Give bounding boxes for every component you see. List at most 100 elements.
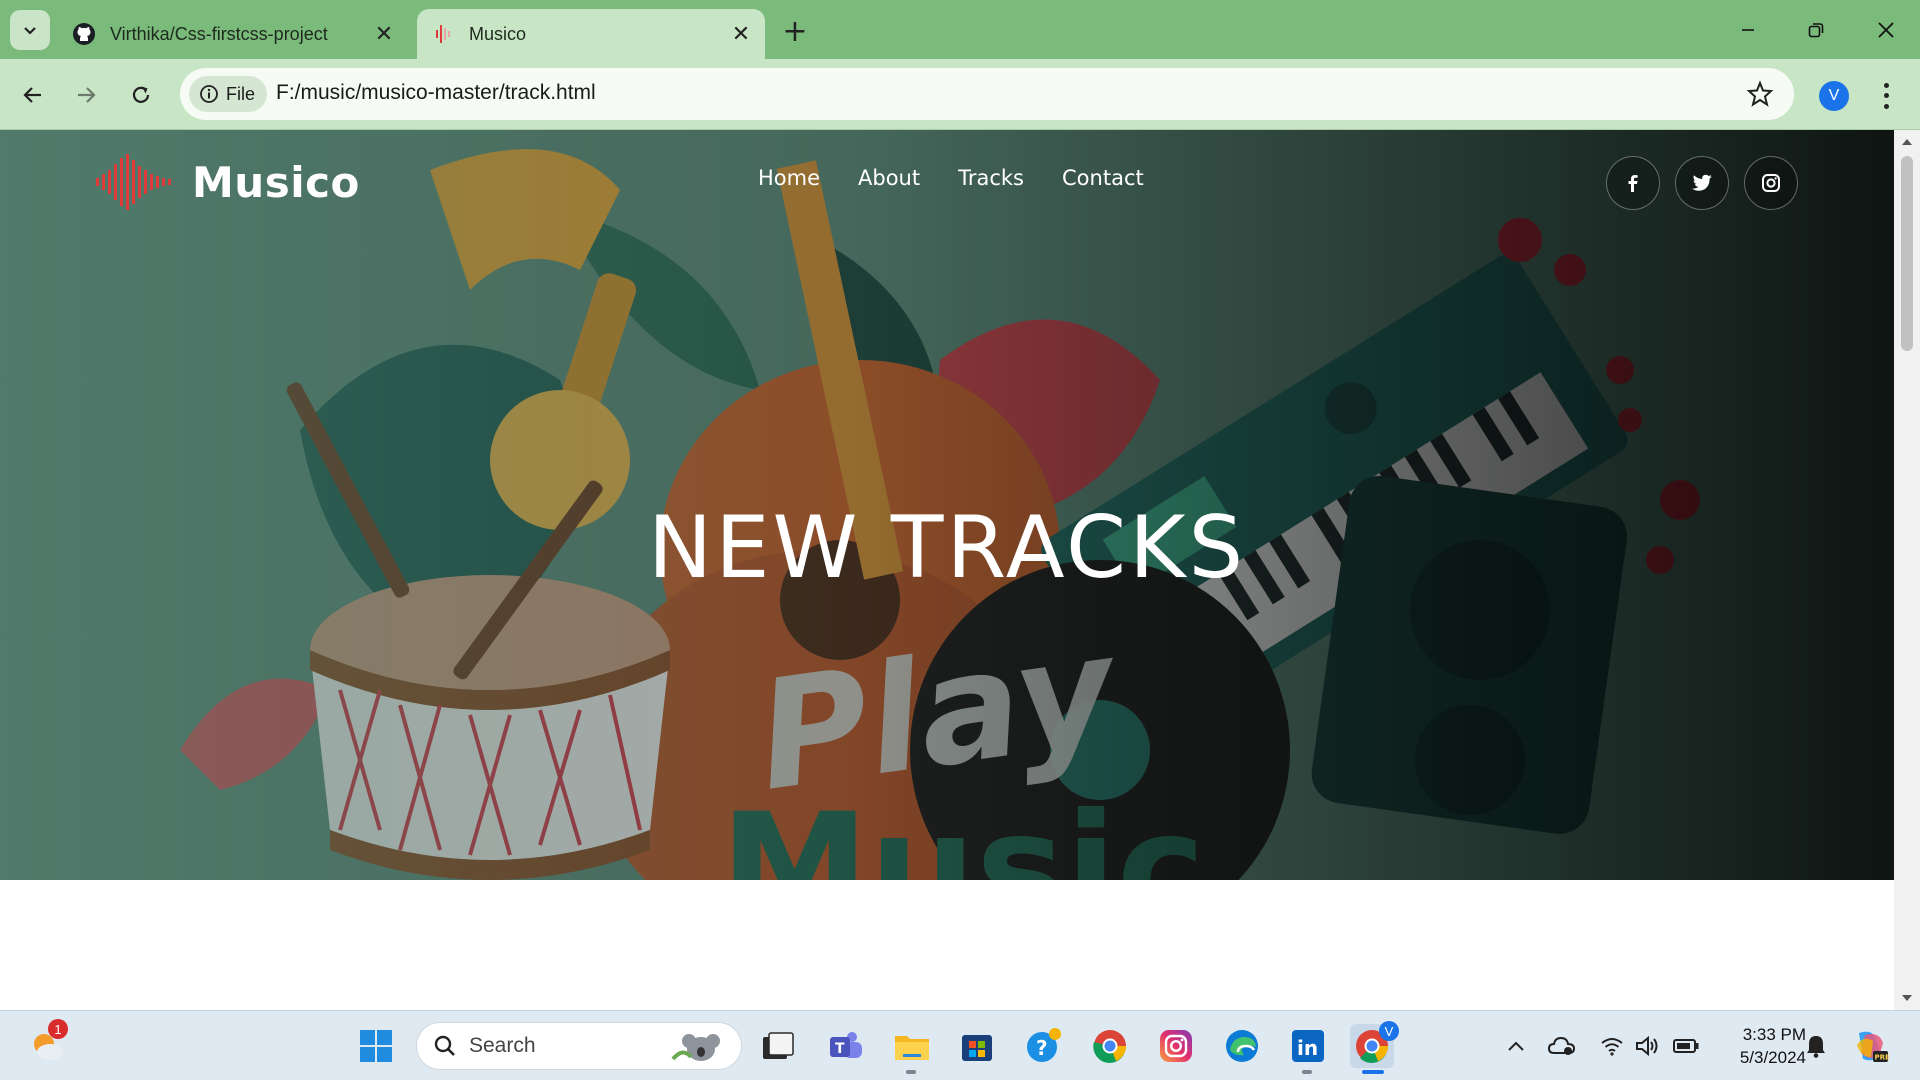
volume-control[interactable] (1628, 1024, 1668, 1068)
back-button[interactable] (13, 75, 53, 115)
svg-text:?: ? (1036, 1036, 1048, 1060)
scroll-up-icon[interactable] (1902, 139, 1912, 145)
chrome-profile-badge: V (1379, 1021, 1399, 1041)
instagram-icon (1762, 174, 1780, 192)
nav-home[interactable]: Home (758, 166, 820, 190)
onedrive-button[interactable] (1542, 1024, 1582, 1068)
microsoft-store-button[interactable] (955, 1024, 999, 1068)
battery-status[interactable] (1666, 1024, 1706, 1068)
svg-text:in: in (1297, 1036, 1318, 1060)
restore-button[interactable] (1788, 8, 1844, 52)
bell-icon (1807, 1036, 1825, 1058)
hero-banner: Play Music Musico Home About Track (0, 130, 1894, 880)
browser-toolbar: File F:/music/musico-master/track.html (0, 59, 1920, 130)
tab-github[interactable]: Virthika/Css-firstcss-project ✕ (58, 9, 408, 59)
help-icon: ? (1027, 1028, 1061, 1062)
file-chip-label: File (226, 83, 256, 104)
cloud-icon (1548, 1036, 1576, 1055)
arrow-right-icon (78, 87, 96, 103)
browser-menu-icon[interactable] (1876, 80, 1896, 112)
nav-about[interactable]: About (858, 166, 920, 190)
musico-favicon (431, 22, 455, 46)
notifications-button[interactable] (1796, 1024, 1836, 1068)
page-viewport: Play Music Musico Home About Track (0, 130, 1894, 1010)
copilot-icon: PRE (1857, 1031, 1890, 1062)
profile-avatar[interactable]: V (1819, 81, 1849, 111)
arrow-left-icon (23, 87, 41, 103)
address-bar[interactable]: File F:/music/musico-master/track.html (180, 68, 1794, 120)
minimize-button[interactable] (1720, 8, 1776, 52)
task-view-button[interactable] (756, 1024, 800, 1068)
chrome-icon (1093, 1030, 1127, 1063)
close-window-button[interactable] (1858, 8, 1914, 52)
koala-search-highlight-icon (671, 1034, 720, 1061)
twitter-link[interactable] (1675, 156, 1729, 210)
microsoft-store-icon (962, 1035, 992, 1061)
hero-title: NEW TRACKS (647, 498, 1247, 598)
edge-icon (1226, 1030, 1258, 1062)
running-indicator (906, 1070, 916, 1074)
reload-button[interactable] (121, 75, 161, 115)
site-logo[interactable]: Musico (96, 154, 360, 210)
tab-title: Musico (469, 23, 527, 44)
close-icon (1878, 22, 1894, 38)
file-explorer-icon (895, 1036, 929, 1060)
edge-button[interactable] (1220, 1024, 1264, 1068)
minimize-icon (1742, 29, 1754, 31)
bookmark-star-icon[interactable] (1746, 80, 1774, 108)
system-clock[interactable]: 3:33 PM 5/3/2024 (1716, 1023, 1806, 1069)
instagram-app-button[interactable] (1154, 1024, 1198, 1068)
teams-icon: T (830, 1032, 862, 1058)
instagram-link[interactable] (1744, 156, 1798, 210)
facebook-icon (1628, 175, 1638, 192)
linkedin-icon: in (1292, 1030, 1324, 1062)
github-icon (72, 22, 96, 46)
instagram-icon (1160, 1030, 1192, 1062)
teams-button[interactable]: T (824, 1024, 868, 1068)
taskbar-search-box[interactable]: Search (416, 1022, 742, 1070)
nav-contact[interactable]: Contact (1062, 166, 1144, 190)
browser-tab-bar: Virthika/Css-firstcss-project ✕ Musico ✕… (0, 0, 1920, 59)
url-text[interactable]: F:/music/musico-master/track.html (276, 81, 596, 105)
restore-icon (1808, 23, 1824, 38)
brand-name: Musico (192, 157, 360, 207)
active-indicator (1362, 1070, 1384, 1074)
get-help-button[interactable]: ? (1022, 1024, 1066, 1068)
new-tab-button[interactable]: + (778, 14, 812, 49)
close-tab-icon[interactable]: ✕ (727, 20, 755, 48)
soundwave-logo-icon (96, 154, 171, 210)
facebook-link[interactable] (1606, 156, 1660, 210)
clock-time: 3:33 PM (1742, 1025, 1806, 1044)
twitter-icon (1692, 174, 1712, 191)
page-scrollbar[interactable] (1894, 130, 1920, 1010)
wifi-status[interactable] (1592, 1024, 1632, 1068)
scroll-down-icon[interactable] (1902, 995, 1912, 1001)
speaker-icon (1636, 1035, 1658, 1057)
forward-button[interactable] (66, 75, 106, 115)
wifi-icon (1601, 1038, 1623, 1056)
taskbar-search-placeholder: Search (469, 1034, 536, 1057)
linkedin-button[interactable]: in (1286, 1024, 1330, 1068)
nav-tracks[interactable]: Tracks (958, 166, 1024, 190)
show-hidden-icons-button[interactable] (1494, 1024, 1538, 1068)
tab-search-button[interactable] (10, 10, 50, 50)
tab-musico[interactable]: Musico ✕ (417, 9, 765, 59)
search-icon (434, 1035, 455, 1056)
chevron-down-icon (24, 27, 36, 35)
clock-date: 5/3/2024 (1739, 1048, 1806, 1067)
site-info-chip[interactable]: File (189, 76, 268, 112)
scrollbar-thumb[interactable] (1901, 156, 1913, 351)
windows-start-icon (360, 1030, 392, 1062)
copilot-button[interactable]: PRE (1848, 1024, 1892, 1068)
main-nav: Home About Tracks Contact (758, 166, 1182, 190)
chrome-button[interactable] (1088, 1024, 1132, 1068)
tab-title: Virthika/Css-firstcss-project (110, 23, 328, 44)
close-tab-icon[interactable]: ✕ (370, 20, 398, 48)
chevron-up-icon (1508, 1041, 1524, 1051)
notification-count-badge: 1 (48, 1019, 68, 1039)
svg-text:T: T (835, 1041, 845, 1057)
file-explorer-button[interactable] (890, 1024, 934, 1068)
start-button[interactable] (354, 1024, 398, 1068)
svg-text:PRE: PRE (1875, 1054, 1890, 1062)
running-indicator (1302, 1070, 1312, 1074)
